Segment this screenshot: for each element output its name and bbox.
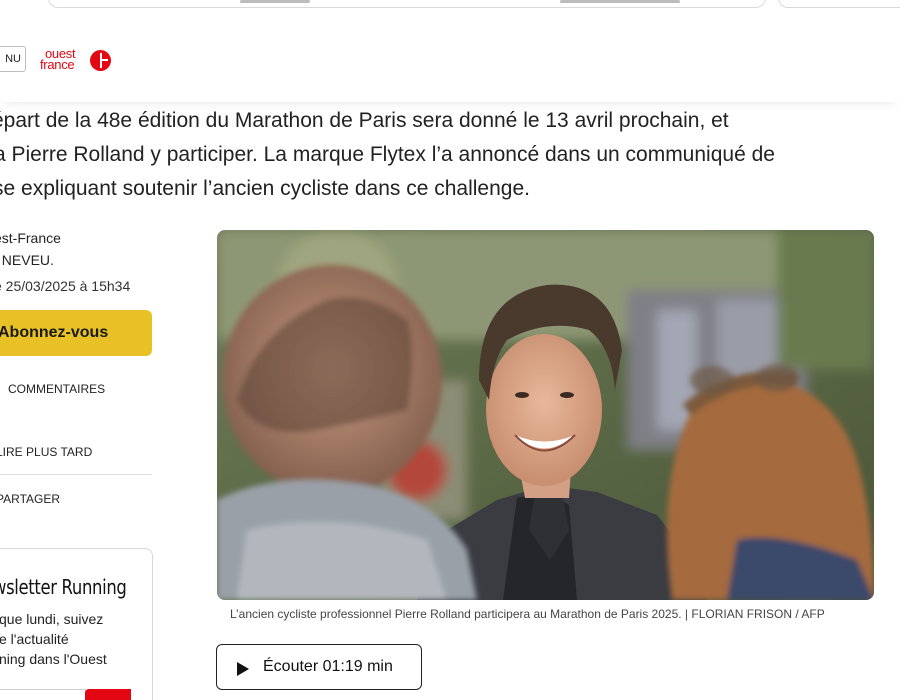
comments-link[interactable]: COMMENTAIRES [8,382,105,396]
address-text-fragment [560,0,680,3]
article-intro: épart de la 48e édition du Marathon de P… [0,104,900,206]
intro-line: épart de la 48e édition du Marathon de P… [0,109,729,132]
newsletter-submit-button[interactable] [85,689,131,700]
subscribe-button[interactable]: Abonnez-vous [0,310,152,356]
article-author: . NEVEU. [0,252,54,268]
article-source: est-France [0,230,61,246]
logo-wordmark: ouest france [40,46,76,72]
intro-line: se expliquant soutenir l’ancien cycliste… [0,177,530,200]
newsletter-description: que lundi, suivez e l'actualité ning dan… [0,611,107,667]
publication-date: e 25/03/2025 à 15h34 [0,278,131,294]
listen-audio-label: Écouter 01:19 min [263,658,393,675]
newsletter-email-input[interactable] [0,689,86,700]
ouest-france-logo[interactable]: ouest france [40,46,112,74]
browser-tab[interactable] [778,0,900,8]
intro-line: a Pierre Rolland y participer. La marque… [0,143,775,166]
address-text-fragment [240,0,310,3]
site-header: NU ouest france [0,12,900,102]
browser-top-strip [0,0,900,12]
newsletter-title: wsletter Running [0,575,127,599]
newsletter-card: wsletter Running que lundi, suivez e l'a… [0,548,153,700]
read-later-button[interactable]: LIRE PLUS TARD [0,445,92,459]
photo-caption: L’ancien cycliste professionnel Pierre R… [230,607,825,621]
menu-button[interactable]: NU [0,46,26,72]
divider [0,474,152,475]
listen-audio-button[interactable]: Écouter 01:19 min [216,644,422,690]
share-button[interactable]: PARTAGER [0,492,60,506]
play-icon [237,662,249,676]
article-photo [217,230,874,600]
logo-emblem-icon [90,50,111,71]
